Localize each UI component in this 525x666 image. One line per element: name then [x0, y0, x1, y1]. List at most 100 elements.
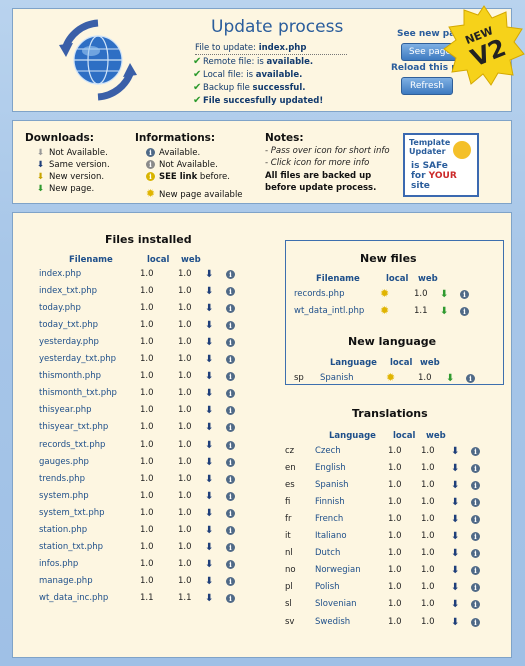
download-icon[interactable]: ⬇ — [205, 337, 213, 348]
info-icon[interactable]: i — [226, 321, 235, 331]
files-installed-title: Files installed — [105, 233, 192, 246]
language-code: en — [285, 463, 296, 474]
download-icon[interactable]: ⬇ — [205, 320, 213, 331]
local-version: 1.0 — [140, 388, 154, 399]
language-code: it — [285, 531, 291, 542]
download-gray-icon: ⬇ — [36, 148, 45, 158]
col-filename: Filename — [69, 255, 113, 265]
download-icon[interactable]: ⬇ — [451, 548, 459, 559]
info-icon[interactable]: i — [460, 290, 469, 299]
download-icon[interactable]: ⬇ — [451, 582, 459, 593]
status-local: ✔ Local file: is available. — [193, 69, 303, 80]
download-icon[interactable]: ⬇ — [451, 446, 459, 457]
web-version: 1.0 — [178, 422, 192, 433]
info-icon[interactable]: i — [471, 532, 480, 542]
language-code: cz — [285, 446, 295, 456]
local-version: 1.0 — [388, 548, 402, 559]
download-icon[interactable]: ⬇ — [451, 565, 459, 576]
info-icon[interactable]: i — [471, 481, 480, 491]
info-icon[interactable]: i — [471, 498, 480, 508]
filename-link: records.php — [294, 289, 345, 299]
download-icon[interactable]: ⬇ — [205, 269, 213, 280]
info-icon[interactable]: i — [471, 447, 480, 456]
local-version: 1.0 — [140, 354, 154, 365]
info-icon[interactable]: i — [226, 304, 235, 314]
web-version: 1.0 — [178, 354, 192, 365]
table-row: yesterday.php 1.0 1.0 ⬇ i — [13, 337, 273, 354]
info-icon[interactable]: i — [226, 372, 235, 382]
download-icon[interactable]: ⬇ — [451, 514, 459, 525]
download-icon[interactable]: ⬇ — [451, 531, 459, 542]
download-icon[interactable]: ⬇ — [205, 371, 213, 382]
info-icon[interactable]: i — [471, 566, 480, 576]
filename-link: yesterday.php — [39, 337, 99, 348]
info-icon[interactable]: i — [226, 423, 235, 433]
info-icon[interactable]: i — [226, 338, 235, 348]
local-version: 1.0 — [388, 582, 402, 593]
web-version: 1.0 — [421, 599, 435, 610]
download-icon[interactable]: ⬇ — [451, 599, 459, 610]
download-icon[interactable]: ⬇ — [440, 306, 448, 317]
local-version: 1.0 — [140, 405, 154, 416]
info-icon[interactable]: i — [471, 583, 480, 593]
info-icon[interactable]: i — [466, 374, 475, 383]
info-icon[interactable]: i — [226, 355, 235, 365]
check-icon: ✔ — [193, 82, 202, 93]
table-row: records.php ✹ 1.0 ⬇ i — [286, 287, 503, 306]
info-icon[interactable]: i — [471, 464, 480, 474]
download-icon[interactable]: ⬇ — [451, 463, 459, 474]
info-icon[interactable]: i — [226, 287, 235, 297]
col-web: web — [420, 358, 440, 368]
web-version: 1.0 — [178, 286, 192, 297]
download-icon[interactable]: ⬇ — [205, 286, 213, 297]
web-version: 1.0 — [421, 514, 435, 525]
table-row: thismonth.php 1.0 1.0 ⬇ i — [13, 371, 273, 388]
download-icon[interactable]: ⬇ — [440, 289, 448, 300]
legend-info-not-available: i Not Available. — [145, 160, 218, 170]
web-version: 1.0 — [178, 269, 192, 279]
download-icon[interactable]: ⬇ — [451, 497, 459, 508]
web-version: 1.0 — [421, 565, 435, 576]
language-code: es — [285, 480, 295, 491]
info-icon[interactable]: i — [226, 406, 235, 416]
info-icon[interactable]: i — [471, 600, 480, 610]
local-version: 1.0 — [140, 371, 154, 382]
local-version: 1.0 — [388, 514, 402, 525]
table-row: wt_data_intl.php ✹ 1.1 ⬇ i — [286, 304, 503, 323]
download-icon[interactable]: ⬇ — [451, 617, 459, 628]
web-version: 1.0 — [421, 463, 435, 474]
table-row: nl Dutch 1.0 1.0 ⬇ i — [13, 548, 511, 565]
filename-link: thisyear_txt.php — [39, 422, 109, 433]
download-icon[interactable]: ⬇ — [205, 405, 213, 416]
note-backup-2: before update process. — [265, 183, 377, 193]
filename-link: index.php — [39, 269, 82, 279]
check-icon: ✔ — [193, 69, 202, 80]
note-click: - Click icon for more info — [265, 158, 370, 168]
download-icon[interactable]: ⬇ — [446, 373, 454, 384]
filename-link: index_txt.php — [39, 286, 98, 297]
info-icon[interactable]: i — [226, 270, 235, 279]
download-icon[interactable]: ⬇ — [205, 354, 213, 365]
table-row: fi Finnish 1.0 1.0 ⬇ i — [13, 497, 511, 514]
download-icon[interactable]: ⬇ — [205, 422, 213, 433]
new-v2-badge: NEW V2 — [443, 5, 525, 86]
info-icon[interactable]: i — [471, 617, 480, 627]
table-row: sp Spanish ✹ 1.0 ⬇ i — [286, 371, 503, 390]
download-icon[interactable]: ⬇ — [451, 480, 459, 491]
language-code: fi — [285, 497, 291, 508]
info-yellow-icon: i — [146, 172, 155, 181]
info-icon[interactable]: i — [471, 515, 480, 525]
note-backup-1: All files are backed up — [265, 171, 372, 181]
download-icon[interactable]: ⬇ — [205, 388, 213, 399]
table-row: thisyear_txt.php 1.0 1.0 ⬇ i — [13, 422, 273, 439]
info-icon[interactable]: i — [226, 389, 235, 399]
info-icon: i — [146, 148, 155, 157]
local-version: 1.0 — [388, 446, 402, 456]
info-icon[interactable]: i — [471, 549, 480, 559]
web-version: 1.0 — [178, 320, 192, 331]
info-icon[interactable]: i — [460, 307, 469, 316]
web-version: 1.1 — [414, 306, 428, 316]
table-row: fr French 1.0 1.0 ⬇ i — [13, 514, 511, 531]
language-name: English — [315, 463, 346, 474]
download-icon[interactable]: ⬇ — [205, 303, 213, 314]
